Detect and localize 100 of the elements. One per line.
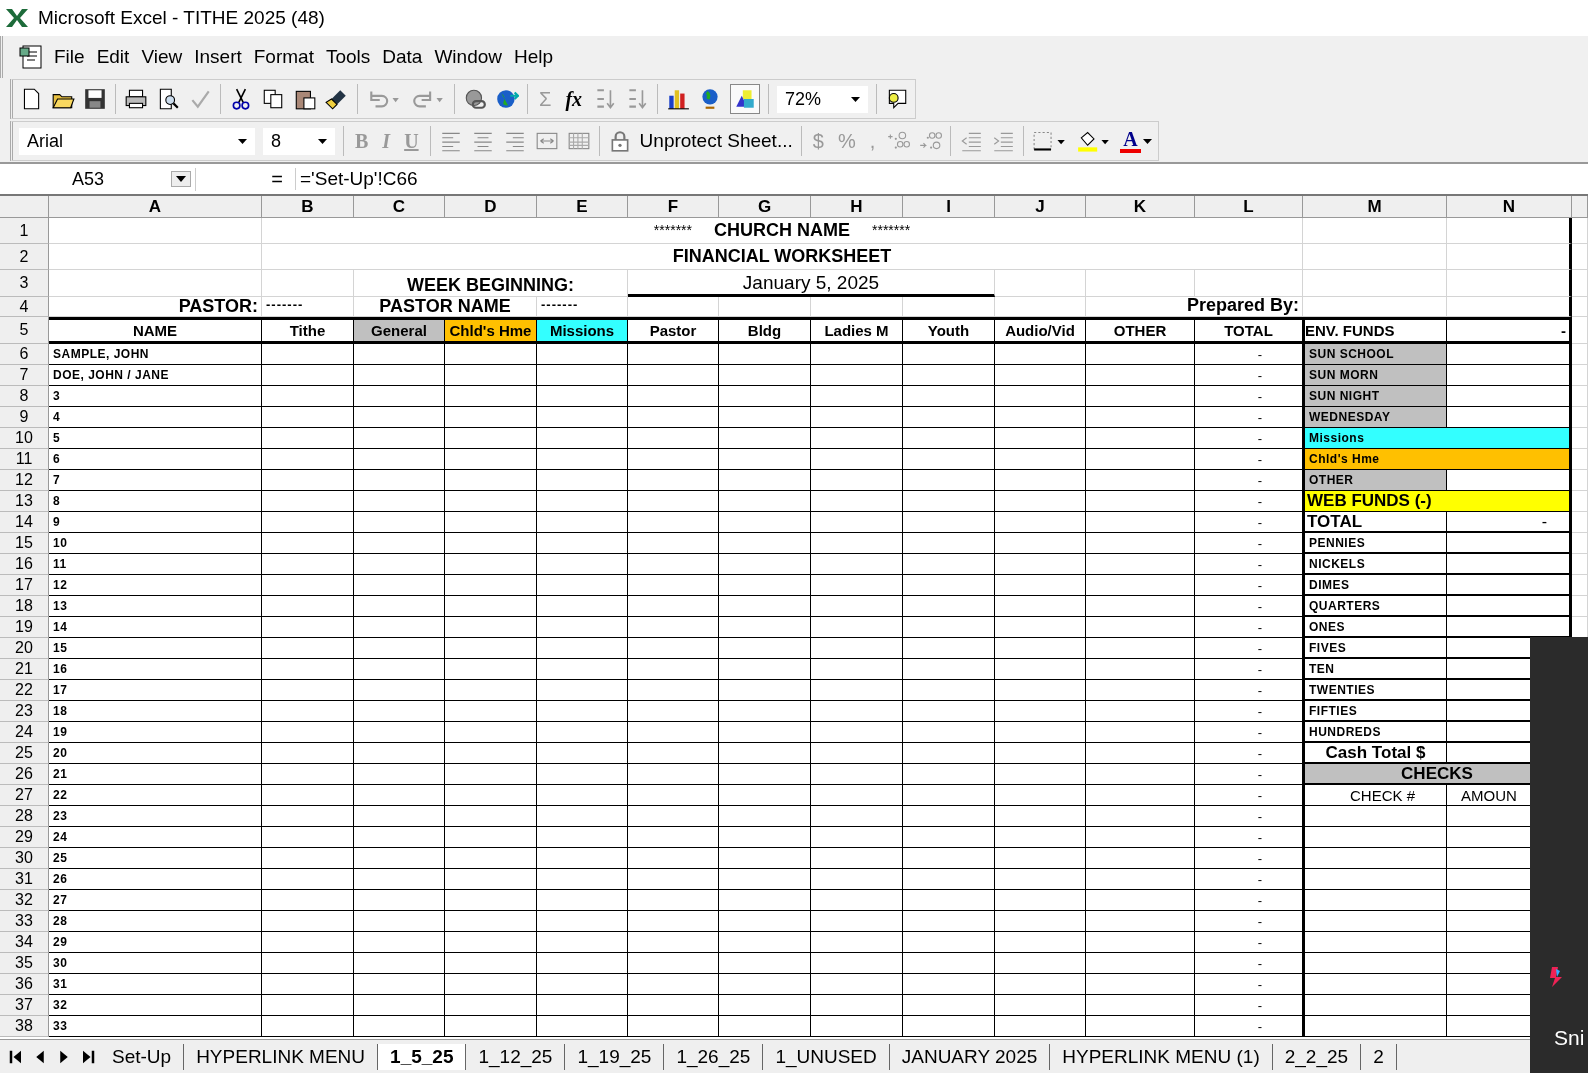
empty-cell[interactable] [811, 596, 903, 617]
empty-cell[interactable] [537, 1016, 628, 1037]
empty-cell[interactable] [445, 890, 537, 911]
empty-cell[interactable] [628, 743, 719, 764]
empty-cell[interactable] [1086, 491, 1195, 512]
empty-cell[interactable] [903, 617, 995, 638]
empty-cell[interactable] [628, 764, 719, 785]
empty-cell[interactable] [995, 890, 1086, 911]
empty-cell[interactable] [262, 869, 354, 890]
empty-cell[interactable] [537, 680, 628, 701]
empty-cell[interactable] [354, 617, 445, 638]
empty-cell[interactable] [537, 344, 628, 365]
row-header[interactable]: 10 [0, 428, 49, 449]
empty-cell[interactable] [445, 617, 537, 638]
empty-cell[interactable] [903, 407, 995, 428]
column-header[interactable]: K [1086, 196, 1195, 218]
empty-cell[interactable] [995, 407, 1086, 428]
empty-cell[interactable] [719, 554, 811, 575]
empty-cell[interactable] [811, 911, 903, 932]
empty-cell[interactable] [354, 743, 445, 764]
column-header[interactable]: G [719, 196, 811, 218]
empty-cell[interactable] [811, 386, 903, 407]
empty-cell[interactable] [1086, 386, 1195, 407]
empty-cell[interactable] [1447, 297, 1572, 317]
empty-cell[interactable] [354, 974, 445, 995]
merged-cell[interactable]: ******* CHURCH NAME ******* [262, 218, 1303, 244]
menu-item[interactable]: View [136, 44, 188, 70]
empty-cell[interactable] [445, 638, 537, 659]
empty-cell[interactable] [1086, 974, 1195, 995]
column-header[interactable]: C [354, 196, 445, 218]
empty-cell[interactable] [719, 533, 811, 554]
empty-cell[interactable] [262, 890, 354, 911]
empty-cell[interactable] [1086, 617, 1195, 638]
globe-link-icon[interactable] [463, 87, 487, 111]
sheet-tab[interactable]: 2 [1361, 1043, 1397, 1070]
empty-cell[interactable] [628, 785, 719, 806]
row-header[interactable]: 18 [0, 596, 49, 617]
row-header[interactable]: 17 [0, 575, 49, 596]
empty-cell[interactable] [903, 890, 995, 911]
empty-cell[interactable] [1447, 575, 1572, 596]
zoom-dropdown[interactable]: 72% [777, 85, 869, 113]
empty-cell[interactable] [903, 806, 995, 827]
empty-cell[interactable] [537, 848, 628, 869]
empty-cell[interactable] [719, 575, 811, 596]
empty-cell[interactable] [1086, 344, 1195, 365]
menu-item[interactable]: Data [377, 44, 428, 70]
column-header[interactable]: J [995, 196, 1086, 218]
sheet-tab[interactable]: 1_26_25 [664, 1043, 764, 1070]
empty-cell[interactable] [628, 848, 719, 869]
paintbrush-icon[interactable] [325, 87, 349, 111]
column-header[interactable]: L [1195, 196, 1303, 218]
empty-cell[interactable] [719, 407, 811, 428]
empty-cell[interactable] [811, 974, 903, 995]
empty-cell[interactable] [354, 575, 445, 596]
empty-cell[interactable] [354, 554, 445, 575]
empty-cell[interactable] [1447, 554, 1572, 575]
row-header[interactable]: 27 [0, 785, 49, 806]
empty-cell[interactable] [354, 722, 445, 743]
column-header[interactable]: I [903, 196, 995, 218]
empty-cell[interactable] [354, 806, 445, 827]
column-header[interactable]: A [49, 196, 262, 218]
menu-item[interactable]: Tools [320, 44, 376, 70]
empty-cell[interactable] [1086, 449, 1195, 470]
empty-cell[interactable] [1086, 890, 1195, 911]
empty-cell[interactable] [1086, 764, 1195, 785]
empty-cell[interactable] [445, 764, 537, 785]
row-header[interactable]: 5 [0, 317, 49, 344]
empty-cell[interactable] [995, 554, 1086, 575]
empty-cell[interactable] [1086, 365, 1195, 386]
empty-cell[interactable] [354, 848, 445, 869]
empty-cell[interactable] [262, 659, 354, 680]
empty-cell[interactable] [995, 365, 1086, 386]
empty-cell[interactable] [719, 386, 811, 407]
empty-cell[interactable] [262, 449, 354, 470]
empty-cell[interactable] [628, 344, 719, 365]
empty-cell[interactable] [811, 617, 903, 638]
empty-cell[interactable] [262, 533, 354, 554]
empty-cell[interactable] [537, 785, 628, 806]
empty-cell[interactable] [1086, 596, 1195, 617]
empty-cell[interactable] [995, 827, 1086, 848]
empty-cell[interactable] [262, 344, 354, 365]
empty-cell[interactable] [1303, 869, 1447, 890]
empty-cell[interactable] [995, 638, 1086, 659]
menu-item[interactable]: File [49, 44, 90, 70]
empty-cell[interactable] [628, 701, 719, 722]
empty-cell[interactable] [537, 722, 628, 743]
empty-cell[interactable] [445, 554, 537, 575]
empty-cell[interactable] [903, 344, 995, 365]
empty-cell[interactable] [811, 512, 903, 533]
empty-cell[interactable] [903, 974, 995, 995]
empty-cell[interactable] [445, 533, 537, 554]
empty-cell[interactable] [445, 827, 537, 848]
empty-cell[interactable] [1086, 995, 1195, 1016]
empty-cell[interactable] [445, 365, 537, 386]
empty-cell[interactable] [1303, 848, 1447, 869]
shapes-icon[interactable] [730, 84, 761, 114]
empty-cell[interactable] [995, 722, 1086, 743]
empty-cell[interactable] [262, 617, 354, 638]
empty-cell[interactable] [811, 533, 903, 554]
empty-cell[interactable] [445, 701, 537, 722]
